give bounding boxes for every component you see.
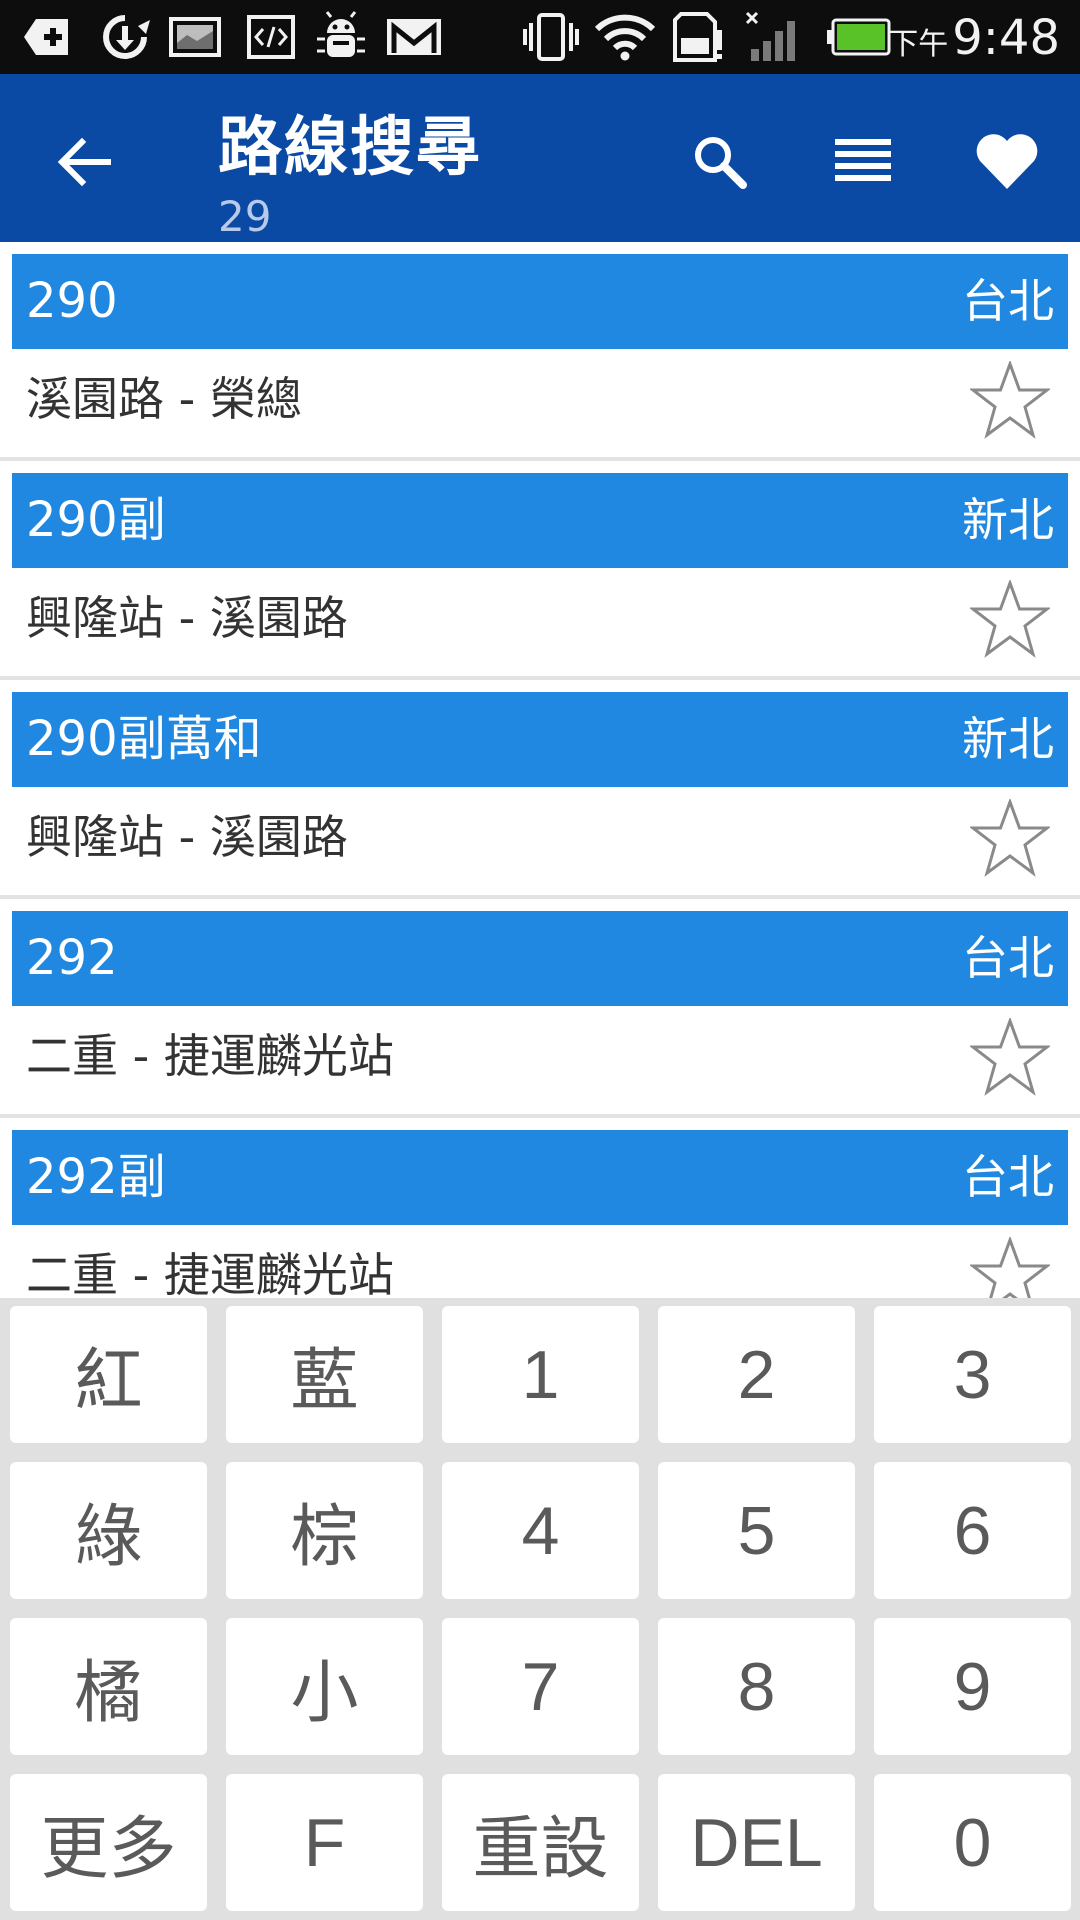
key-9[interactable]: 9 <box>874 1618 1071 1755</box>
route-header: 290副萬和 新北 <box>12 692 1068 787</box>
route-number: 290副 <box>26 492 166 548</box>
route-card[interactable]: 290副萬和 新北 興隆站 - 溪園路 <box>0 680 1080 899</box>
heart-icon <box>976 134 1038 189</box>
route-city: 台北 <box>962 931 1054 985</box>
route-card[interactable]: 292 台北 二重 - 捷運麟光站 <box>0 899 1080 1118</box>
key-orange[interactable]: 橘 <box>10 1618 207 1755</box>
route-stops: 溪園路 - 榮總 <box>26 372 302 426</box>
route-card[interactable]: 290 台北 溪園路 - 榮總 <box>0 242 1080 461</box>
menu-lines-icon <box>835 139 891 181</box>
list-menu-button[interactable] <box>818 116 908 206</box>
key-small[interactable]: 小 <box>226 1618 423 1755</box>
route-number: 292副 <box>26 1149 166 1205</box>
key-f[interactable]: F <box>226 1774 423 1911</box>
key-blue[interactable]: 藍 <box>226 1306 423 1443</box>
add-box-icon <box>22 10 72 64</box>
key-delete[interactable]: DEL <box>658 1774 855 1911</box>
route-header: 290副 新北 <box>12 473 1068 568</box>
favorite-star-button[interactable] <box>970 361 1050 439</box>
key-reset[interactable]: 重設 <box>442 1774 639 1911</box>
sync-download-icon <box>98 10 152 64</box>
wifi-icon <box>592 10 658 64</box>
key-5[interactable]: 5 <box>658 1462 855 1599</box>
status-bar: 下午 9:48 <box>0 0 1080 74</box>
favorite-star-button[interactable] <box>970 799 1050 877</box>
page-title: 路線搜尋 <box>218 111 482 185</box>
key-green[interactable]: 綠 <box>10 1462 207 1599</box>
route-number: 292 <box>26 930 118 986</box>
route-card[interactable]: 292副 台北 二重 - 捷運麟光站 <box>0 1118 1080 1298</box>
key-brown[interactable]: 棕 <box>226 1462 423 1599</box>
route-body: 溪園路 - 榮總 <box>0 349 1080 449</box>
route-city: 新北 <box>962 712 1054 766</box>
route-stops: 興隆站 - 溪園路 <box>26 810 348 864</box>
star-outline-icon <box>970 1018 1050 1096</box>
route-list[interactable]: 290 台北 溪園路 - 榮總 290副 新北 興隆站 - 溪園路 290副萬和… <box>0 242 1080 1298</box>
route-card[interactable]: 290副 新北 興隆站 - 溪園路 <box>0 461 1080 680</box>
back-button[interactable] <box>44 122 124 202</box>
route-stops: 興隆站 - 溪園路 <box>26 591 348 645</box>
key-4[interactable]: 4 <box>442 1462 639 1599</box>
key-8[interactable]: 8 <box>658 1618 855 1755</box>
route-header: 292副 台北 <box>12 1130 1068 1225</box>
key-2[interactable]: 2 <box>658 1306 855 1443</box>
image-icon <box>168 10 222 64</box>
route-body: 二重 - 捷運麟光站 <box>0 1225 1080 1298</box>
route-header: 290 台北 <box>12 254 1068 349</box>
action-bar: 路線搜尋 29 <box>0 74 1080 242</box>
star-outline-icon <box>970 799 1050 877</box>
code-icon <box>246 10 296 64</box>
sd-card-alert-icon <box>670 10 726 64</box>
route-header: 292 台北 <box>12 911 1068 1006</box>
clock: 下午 9:48 <box>888 0 1060 74</box>
signal-off-icon <box>742 10 804 64</box>
key-7[interactable]: 7 <box>442 1618 639 1755</box>
route-body: 二重 - 捷運麟光站 <box>0 1006 1080 1106</box>
back-arrow-icon <box>57 137 111 187</box>
search-icon <box>695 137 747 189</box>
gmail-icon <box>384 10 444 64</box>
route-body: 興隆站 - 溪園路 <box>0 568 1080 668</box>
key-more[interactable]: 更多 <box>10 1774 207 1911</box>
key-red[interactable]: 紅 <box>10 1306 207 1443</box>
route-city: 新北 <box>962 493 1054 547</box>
star-outline-icon <box>970 361 1050 439</box>
route-city: 台北 <box>962 274 1054 328</box>
key-3[interactable]: 3 <box>874 1306 1071 1443</box>
clock-ampm: 下午 <box>888 27 949 62</box>
route-city: 台北 <box>962 1150 1054 1204</box>
star-outline-icon <box>970 580 1050 658</box>
route-number: 290副萬和 <box>26 711 262 767</box>
route-keypad: 紅 藍 1 2 3 綠 棕 4 5 6 橘 小 7 8 9 更多 F 重設 DE… <box>0 1298 1080 1920</box>
search-query-text: 29 <box>218 192 272 241</box>
vibrate-icon <box>520 10 582 64</box>
key-1[interactable]: 1 <box>442 1306 639 1443</box>
search-button[interactable] <box>674 116 764 206</box>
favorite-star-button[interactable] <box>970 1018 1050 1096</box>
battery-icon <box>824 10 892 64</box>
clock-time: 9:48 <box>952 10 1060 66</box>
bug-droid-icon <box>312 10 370 64</box>
route-stops: 二重 - 捷運麟光站 <box>26 1248 394 1298</box>
route-body: 興隆站 - 溪園路 <box>0 787 1080 887</box>
key-6[interactable]: 6 <box>874 1462 1071 1599</box>
favorite-star-button[interactable] <box>970 580 1050 658</box>
favorite-star-button[interactable] <box>970 1237 1050 1298</box>
star-outline-icon <box>970 1237 1050 1298</box>
favorites-button[interactable] <box>962 116 1052 206</box>
key-0[interactable]: 0 <box>874 1774 1071 1911</box>
route-stops: 二重 - 捷運麟光站 <box>26 1029 394 1083</box>
route-number: 290 <box>26 273 118 329</box>
